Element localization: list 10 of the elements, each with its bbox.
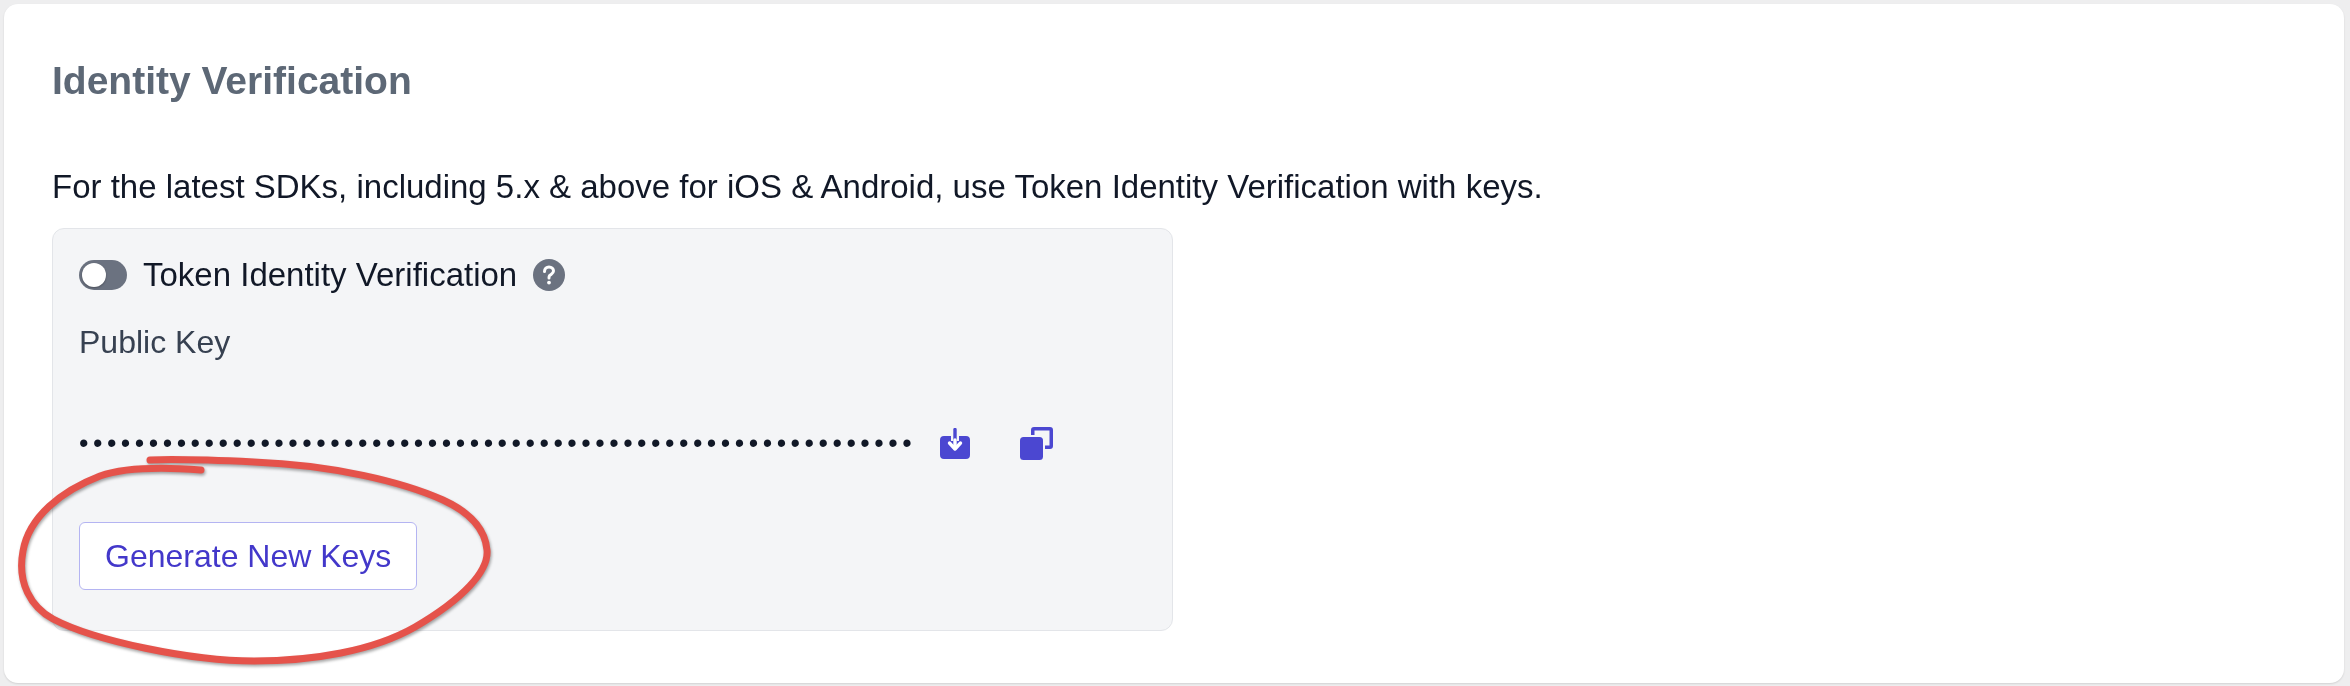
masked-key-value: ••••••••••••••••••••••••••••••••••••••••••••••••••••••••••••	[79, 427, 917, 460]
description-text: For the latest SDKs, including 5.x & above for iOS & Android, use Token Identity Verification with keys.	[52, 167, 1543, 207]
toggle-label: Token Identity Verification	[143, 255, 518, 295]
toggle-switch[interactable]	[79, 260, 127, 290]
section-title: Identity Verification	[52, 58, 412, 104]
copy-icon[interactable]	[1020, 426, 1054, 460]
generate-keys-button[interactable]: Generate New Keys	[79, 522, 418, 590]
field-label: Public Key	[79, 323, 231, 362]
download-icon[interactable]	[940, 427, 971, 459]
help-icon[interactable]	[533, 259, 566, 291]
